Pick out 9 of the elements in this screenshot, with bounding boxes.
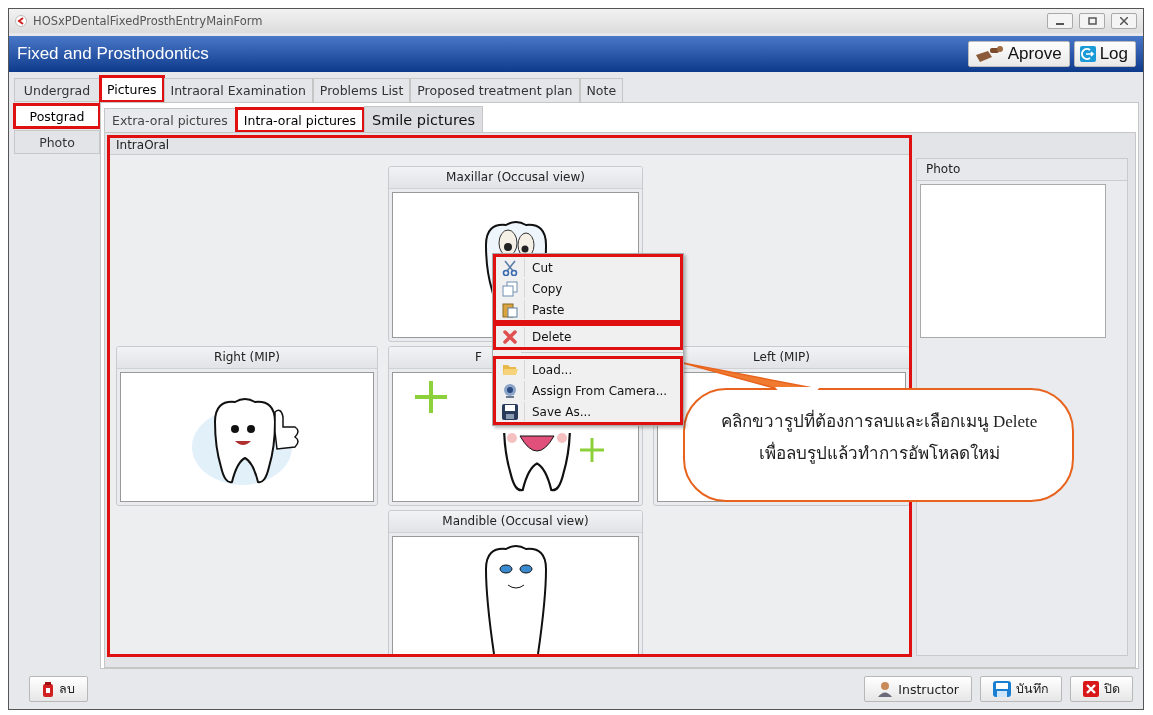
panel-title: Left (MIP) [753, 350, 810, 364]
panel-title: Mandible (Occusal view) [442, 514, 589, 528]
callout-text: คลิกขวารูปที่ต้องการลบและเลือกเมนู Delete เพื่อลบรูปแล้วทำการอัพโหลดใหม่ [689, 406, 1069, 470]
panel-title: Right (MIP) [214, 350, 280, 364]
panel-title: F [475, 350, 482, 364]
window-title: HOSxPDentalFixedProsthEntryMainForm [33, 14, 264, 28]
group-title: IntraOral [109, 137, 910, 155]
panel-title: Maxillar (Occusal view) [446, 170, 585, 184]
form-title: Fixed and Prosthodontics [17, 44, 210, 64]
